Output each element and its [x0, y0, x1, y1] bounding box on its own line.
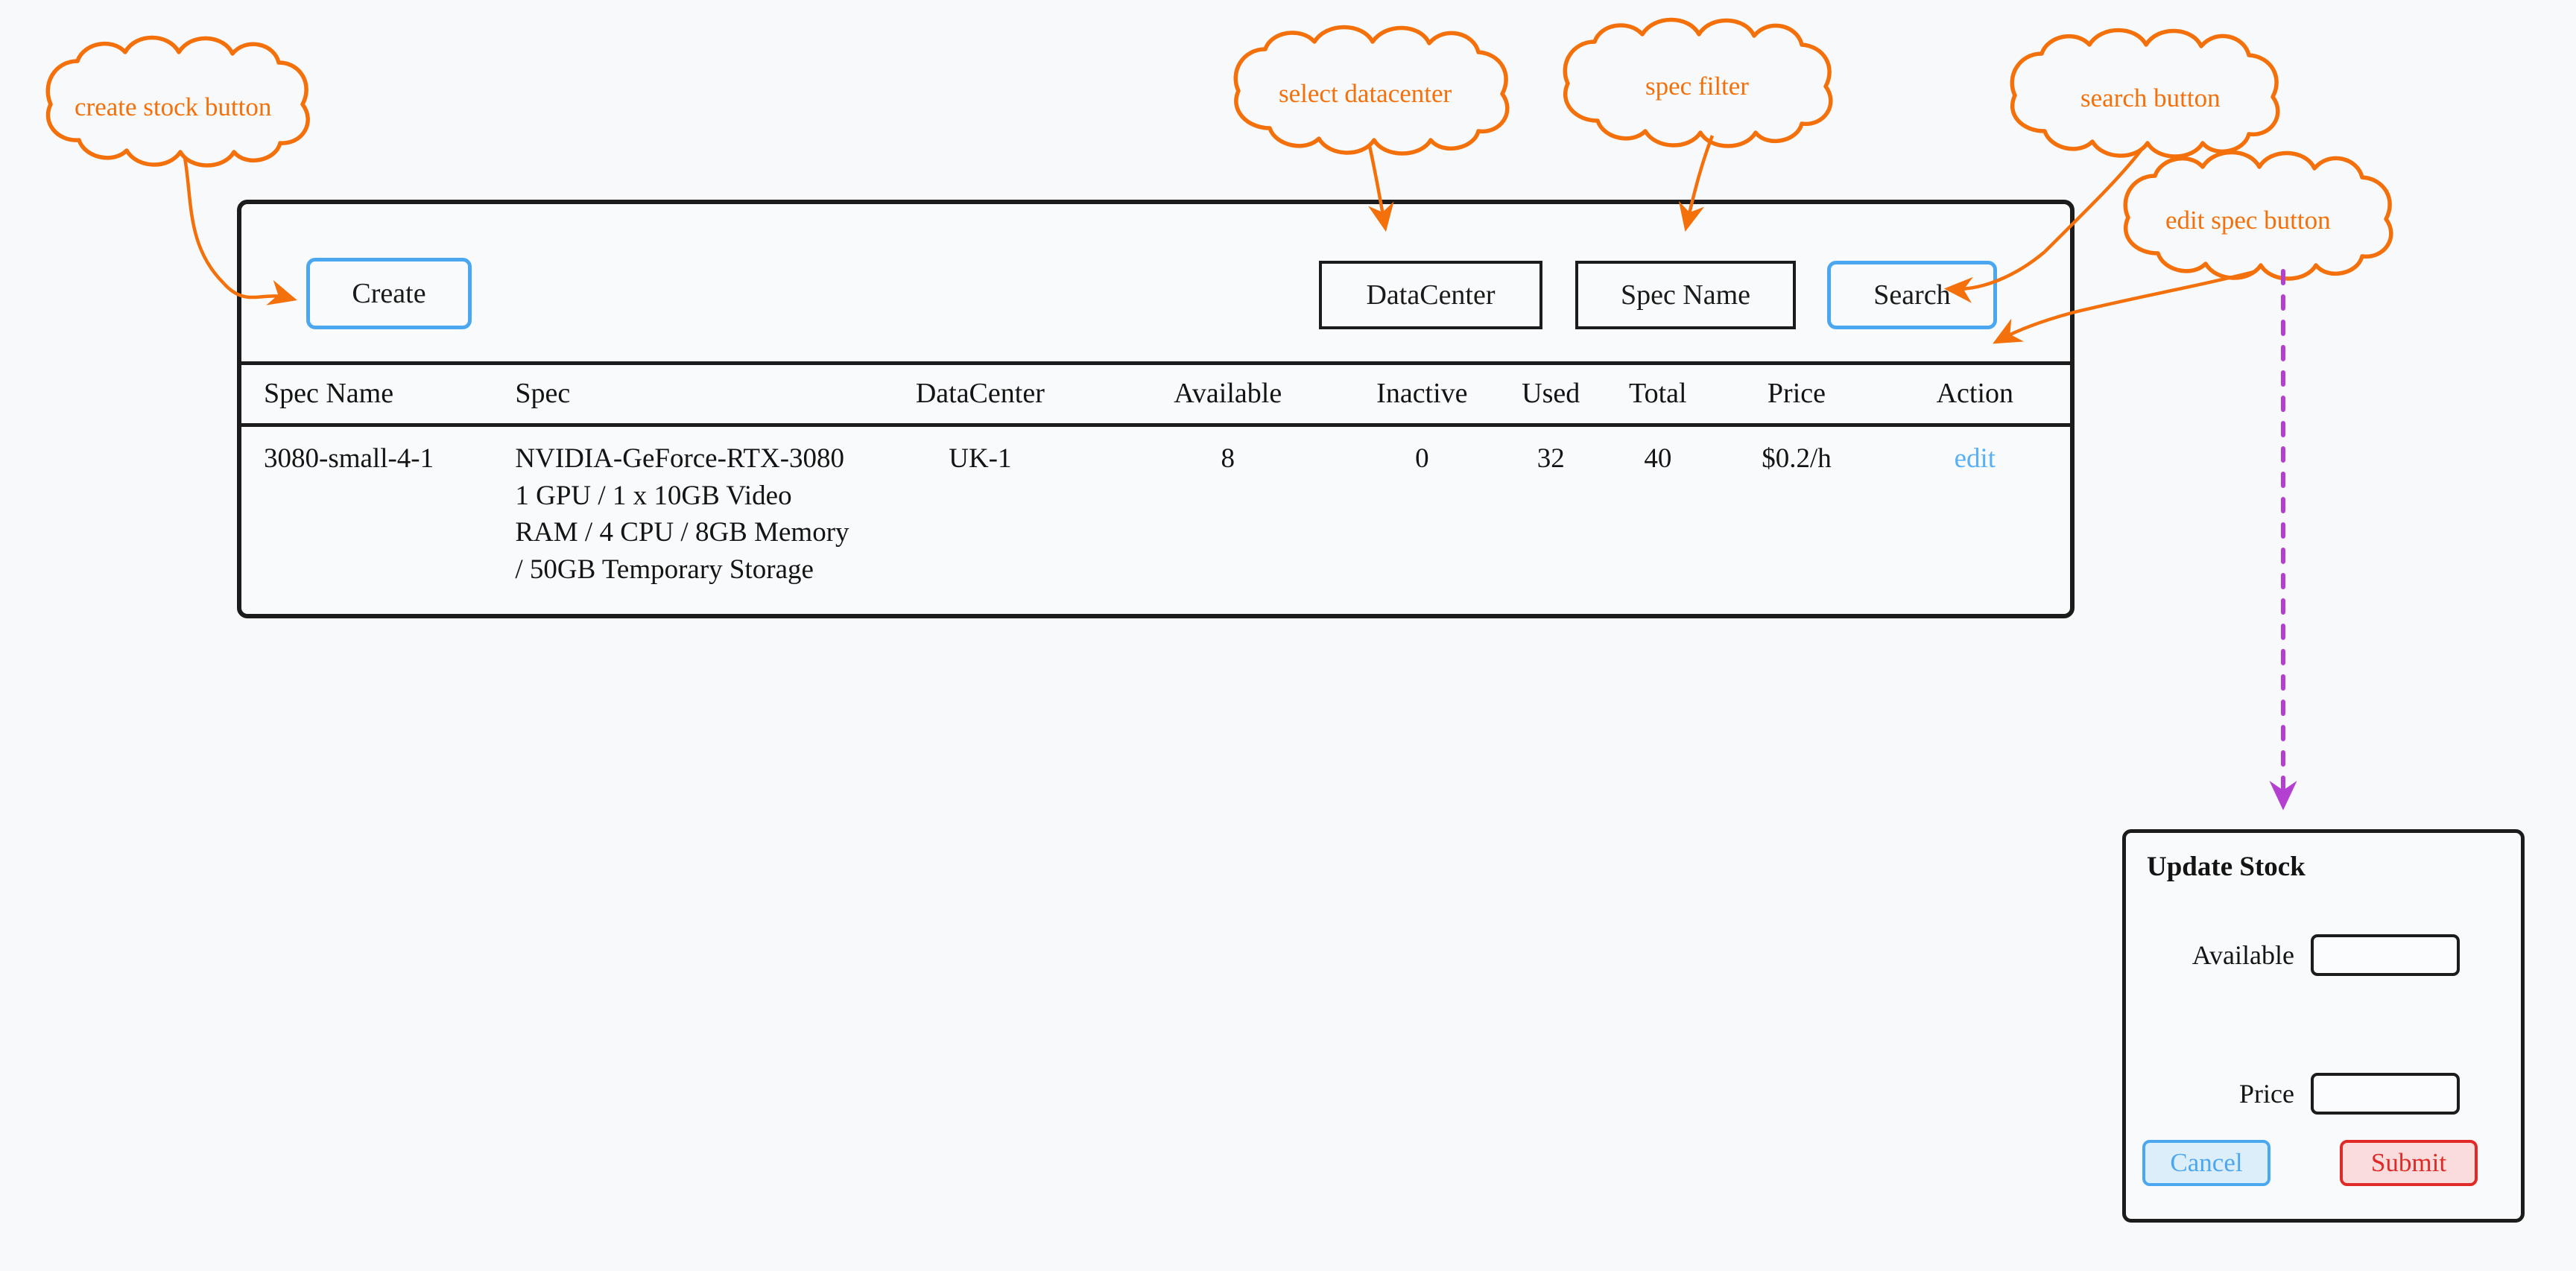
edit-spec-link[interactable]: edit	[1955, 443, 1996, 474]
column-header-available: Available	[1110, 361, 1345, 427]
price-input[interactable]	[2311, 1073, 2460, 1115]
available-field-label: Available	[2192, 940, 2294, 970]
column-header-price: Price	[1713, 361, 1880, 427]
annotation-cloud-select-datacenter	[1233, 25, 1510, 232]
cell-inactive: 0	[1415, 443, 1429, 474]
table-header-row: Spec Name Spec DataCenter Available Inac…	[241, 361, 2070, 427]
annotation-label-edit-spec-button: edit spec button	[2165, 206, 2331, 235]
available-field-row: Available	[2126, 934, 2521, 976]
cell-price: $0.2/h	[1762, 443, 1832, 474]
column-header-total: Total	[1602, 361, 1714, 427]
update-stock-dialog: Update Stock Available Price Cancel Subm…	[2122, 829, 2525, 1223]
cell-spec-name: 3080-small-4-1	[264, 443, 434, 474]
create-button[interactable]: Create	[306, 258, 472, 329]
cell-spec: NVIDIA-GeForce-RTX-3080 1 GPU / 1 x 10GB…	[515, 443, 849, 585]
column-header-action: Action	[1879, 361, 2070, 427]
cell-datacenter: UK-1	[949, 443, 1012, 474]
available-input[interactable]	[2311, 934, 2460, 976]
cell-available: 8	[1221, 443, 1235, 474]
annotation-label-spec-filter: spec filter	[1645, 72, 1749, 101]
column-header-spec-name: Spec Name	[241, 361, 496, 427]
table-row: 3080-small-4-1 NVIDIA-GeForce-RTX-3080 1…	[241, 425, 2070, 608]
annotation-cloud-spec-filter	[1563, 17, 1833, 232]
cell-action: edit	[1880, 425, 2070, 608]
column-header-spec: Spec	[495, 361, 849, 427]
price-field-label: Price	[2239, 1079, 2294, 1109]
stock-management-panel: Create DataCenter Spec Name Search Spec …	[237, 200, 2075, 618]
toolbar: Create DataCenter Spec Name Search	[241, 204, 2070, 367]
cell-total: 40	[1644, 443, 1672, 474]
search-button[interactable]: Search	[1827, 261, 1997, 329]
datacenter-filter-select[interactable]: DataCenter	[1319, 261, 1542, 329]
cancel-button[interactable]: Cancel	[2142, 1140, 2270, 1186]
stock-table: Spec Name Spec DataCenter Available Inac…	[241, 361, 2070, 607]
column-header-used: Used	[1499, 361, 1603, 427]
spec-name-filter-input[interactable]: Spec Name	[1575, 261, 1796, 329]
dialog-actions: Cancel Submit	[2142, 1140, 2513, 1192]
cell-used: 32	[1537, 443, 1565, 474]
column-header-datacenter: DataCenter	[849, 361, 1111, 427]
price-field-row: Price	[2126, 1073, 2521, 1115]
annotation-label-create-stock-button: create stock button	[75, 92, 272, 121]
dialog-title: Update Stock	[2147, 852, 2306, 882]
column-header-inactive: Inactive	[1344, 361, 1500, 427]
annotation-label-search-button: search button	[2080, 83, 2221, 112]
annotation-label-select-datacenter: select datacenter	[1279, 79, 1452, 108]
submit-button[interactable]: Submit	[2340, 1140, 2478, 1186]
